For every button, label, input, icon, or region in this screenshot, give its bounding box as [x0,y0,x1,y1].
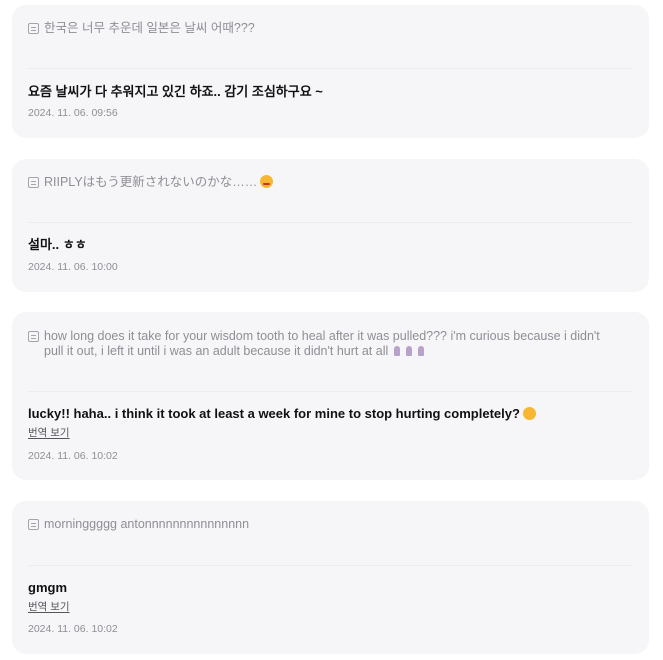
post-date: 2024. 11. 06. 09:56 [28,107,118,119]
post-date: 2024. 11. 06. 10:00 [28,261,118,273]
question-row: how long does it take for your wisdom to… [28,329,621,359]
question-text: how long does it take for your wisdom to… [44,329,600,358]
divider [28,391,633,392]
sweat-smile-emoji-icon [522,407,536,420]
qa-feed: 한국은 너무 추운데 일본은 날씨 어때??? 요즘 날씨가 다 추워지고 있긴… [0,0,663,660]
question-text: RIIPLYはもう更新されないのかな…… [44,175,258,189]
tooth-emoji-icon [406,346,413,356]
answer-text: lucky!! haha.. i think it took at least … [28,406,520,421]
qa-card[interactable]: RIIPLYはもう更新されないのかな…… 설마.. ㅎㅎ 2024. 11. 0… [12,159,649,292]
translate-link[interactable]: 번역 보기 [28,427,70,440]
divider [28,565,633,566]
question-row: morninggggg antonnnnnnnnnnnnnnn [28,517,621,532]
question-text: morninggggg antonnnnnnnnnnnnnnn [44,517,250,531]
answer-text: 요즘 날씨가 다 추워지고 있긴 하죠.. 감기 조심하구요 ~ [28,84,323,99]
note-icon [28,519,39,530]
divider [28,68,633,69]
question-row: RIIPLYはもう更新されないのかな…… [28,175,621,190]
post-date: 2024. 11. 06. 10:02 [28,450,118,462]
note-icon [28,331,39,342]
translate-link[interactable]: 번역 보기 [28,601,70,614]
note-icon [28,23,39,34]
answer-text: gmgm [28,580,67,595]
qa-card[interactable]: morninggggg antonnnnnnnnnnnnnnn gmgm 번역 … [12,501,649,654]
qa-card[interactable]: how long does it take for your wisdom to… [12,312,649,480]
post-date: 2024. 11. 06. 10:02 [28,623,118,635]
divider [28,222,633,223]
note-icon [28,177,39,188]
qa-card[interactable]: 한국은 너무 추운데 일본은 날씨 어때??? 요즘 날씨가 다 추워지고 있긴… [12,5,649,138]
question-text: 한국은 너무 추운데 일본은 날씨 어때??? [44,21,255,35]
question-row: 한국은 너무 추운데 일본은 날씨 어때??? [28,21,621,36]
answer-text: 설마.. ㅎㅎ [28,237,87,252]
tooth-emoji-icon [394,346,401,356]
flushed-face-emoji-icon [260,175,274,188]
tooth-emoji-icon [418,346,425,356]
